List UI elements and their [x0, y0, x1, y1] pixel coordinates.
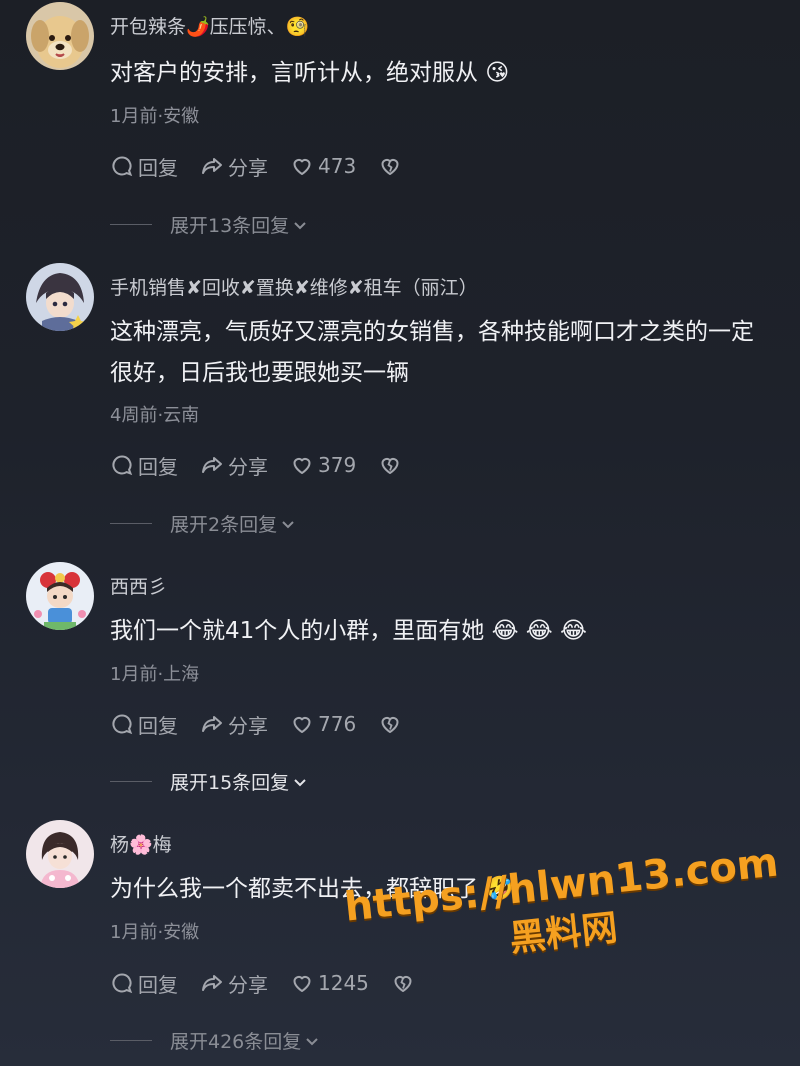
divider — [110, 224, 152, 225]
girl-photo-avatar-icon — [26, 820, 94, 888]
avatar[interactable] — [26, 820, 94, 888]
reply-button[interactable]: 回复 — [110, 969, 178, 998]
avatar[interactable] — [26, 263, 94, 331]
chevron-down-icon — [282, 520, 294, 528]
reply-label: 回复 — [138, 713, 178, 738]
anime-character-avatar-icon — [26, 263, 94, 331]
expand-replies-label: 展开426条回复 — [170, 1031, 302, 1053]
username[interactable]: 手机销售✘回收✘置换✘维修✘租车（丽江） — [110, 273, 478, 300]
cartoon-girl-avatar-icon — [26, 562, 94, 630]
expand-replies-label: 展开13条回复 — [170, 215, 290, 237]
comment-meta: 1月前·安徽 — [110, 106, 200, 127]
reply-label: 回复 — [138, 155, 178, 180]
watermark: https://hlwn13.com 黑料网 — [342, 837, 783, 1011]
heart-icon — [293, 975, 311, 992]
reply-bubble-icon — [112, 714, 133, 735]
expand-replies[interactable]: 展开13条回复 — [110, 211, 309, 238]
action-bar: 回复 分享 379 — [110, 450, 428, 480]
chevron-down-icon — [294, 221, 306, 229]
share-button[interactable]: 分享 — [200, 451, 268, 480]
action-bar: 回复 分享 776 — [110, 709, 428, 739]
like-count: 473 — [318, 154, 357, 178]
dislike-button[interactable] — [378, 453, 406, 477]
like-button[interactable]: 473 — [290, 154, 356, 178]
share-button[interactable]: 分享 — [200, 710, 268, 739]
like-button[interactable]: 776 — [290, 712, 356, 736]
reply-label: 回复 — [138, 972, 178, 997]
golden-retriever-avatar-icon — [26, 2, 94, 70]
divider — [110, 781, 152, 782]
comment-meta: 4周前·云南 — [110, 405, 200, 426]
comment-text: 这种漂亮，气质好又漂亮的女销售，各种技能啊口才之类的一定很好，日后我也要跟她买一… — [110, 319, 754, 386]
share-button[interactable]: 分享 — [200, 152, 268, 181]
share-label: 分享 — [228, 454, 268, 479]
chevron-down-icon — [294, 778, 306, 786]
like-button[interactable]: 379 — [290, 453, 356, 477]
broken-heart-icon — [381, 457, 399, 474]
reply-bubble-icon — [112, 156, 133, 177]
broken-heart-icon — [381, 716, 399, 733]
expand-replies[interactable]: 展开426条回复 — [110, 1027, 321, 1054]
comment-text: 对客户的安排，言听计从，绝对服从 😘 — [110, 60, 510, 86]
expand-replies[interactable]: 展开15条回复 — [110, 768, 309, 795]
username[interactable]: 西西彡 — [110, 572, 167, 599]
share-label: 分享 — [228, 713, 268, 738]
heart-icon — [293, 716, 311, 733]
expand-replies[interactable]: 展开2条回复 — [110, 510, 297, 537]
reply-button[interactable]: 回复 — [110, 152, 178, 181]
reply-bubble-icon — [112, 973, 133, 994]
expand-replies-label: 展开15条回复 — [170, 772, 290, 794]
heart-icon — [293, 158, 311, 175]
divider — [110, 523, 152, 524]
comment-meta: 1月前·安徽 — [110, 922, 200, 943]
like-count: 379 — [318, 453, 357, 477]
reply-button[interactable]: 回复 — [110, 451, 178, 480]
like-count: 776 — [318, 712, 357, 736]
share-arrow-icon — [202, 457, 222, 473]
action-bar: 回复 分享 473 — [110, 151, 428, 181]
dislike-button[interactable] — [378, 154, 406, 178]
share-label: 分享 — [228, 972, 268, 997]
expand-replies-label: 展开2条回复 — [170, 514, 278, 536]
heart-icon — [293, 457, 311, 474]
username[interactable]: 杨🌸梅 — [110, 830, 172, 857]
reply-label: 回复 — [138, 454, 178, 479]
avatar[interactable] — [26, 562, 94, 630]
avatar[interactable] — [26, 2, 94, 70]
comment-text: 我们一个就41个人的小群，里面有她 😂 😂 😂 — [110, 618, 587, 644]
dislike-button[interactable] — [378, 712, 406, 736]
broken-heart-icon — [381, 158, 399, 175]
comment-meta: 1月前·上海 — [110, 664, 200, 685]
share-button[interactable]: 分享 — [200, 969, 268, 998]
divider — [110, 1040, 152, 1041]
share-arrow-icon — [202, 975, 222, 991]
share-arrow-icon — [202, 158, 222, 174]
chevron-down-icon — [306, 1037, 318, 1045]
reply-bubble-icon — [112, 455, 133, 476]
username[interactable]: 开包辣条🌶️压压惊、🧐 — [110, 12, 309, 39]
reply-button[interactable]: 回复 — [110, 710, 178, 739]
share-label: 分享 — [228, 155, 268, 180]
share-arrow-icon — [202, 716, 222, 732]
